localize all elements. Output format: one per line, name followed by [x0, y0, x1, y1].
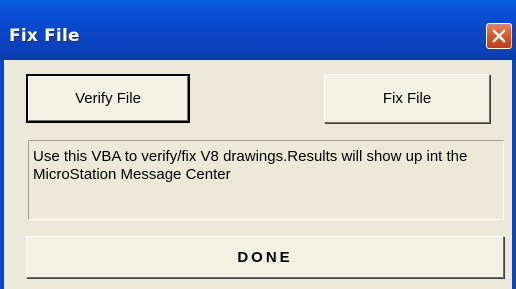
done-button[interactable]: DONE — [26, 236, 504, 278]
window-border-right — [512, 60, 516, 289]
fix-file-label: Fix File — [382, 90, 432, 107]
close-button[interactable] — [486, 23, 512, 49]
message-text: Use this VBA to verify/fix V8 drawings.R… — [33, 148, 468, 183]
verify-file-button[interactable]: Verify File — [26, 74, 190, 123]
fix-file-dialog: Fix File Verify File Fix File Use this V… — [0, 0, 516, 289]
message-textbox[interactable]: Use this VBA to verify/fix V8 drawings.R… — [28, 140, 504, 220]
title-bar[interactable]: Fix File — [0, 0, 516, 60]
window-title: Fix File — [9, 26, 80, 46]
done-label: DONE — [237, 248, 293, 266]
close-icon — [492, 29, 506, 43]
fix-file-button[interactable]: Fix File — [324, 74, 490, 123]
verify-file-label: Verify File — [75, 90, 141, 107]
